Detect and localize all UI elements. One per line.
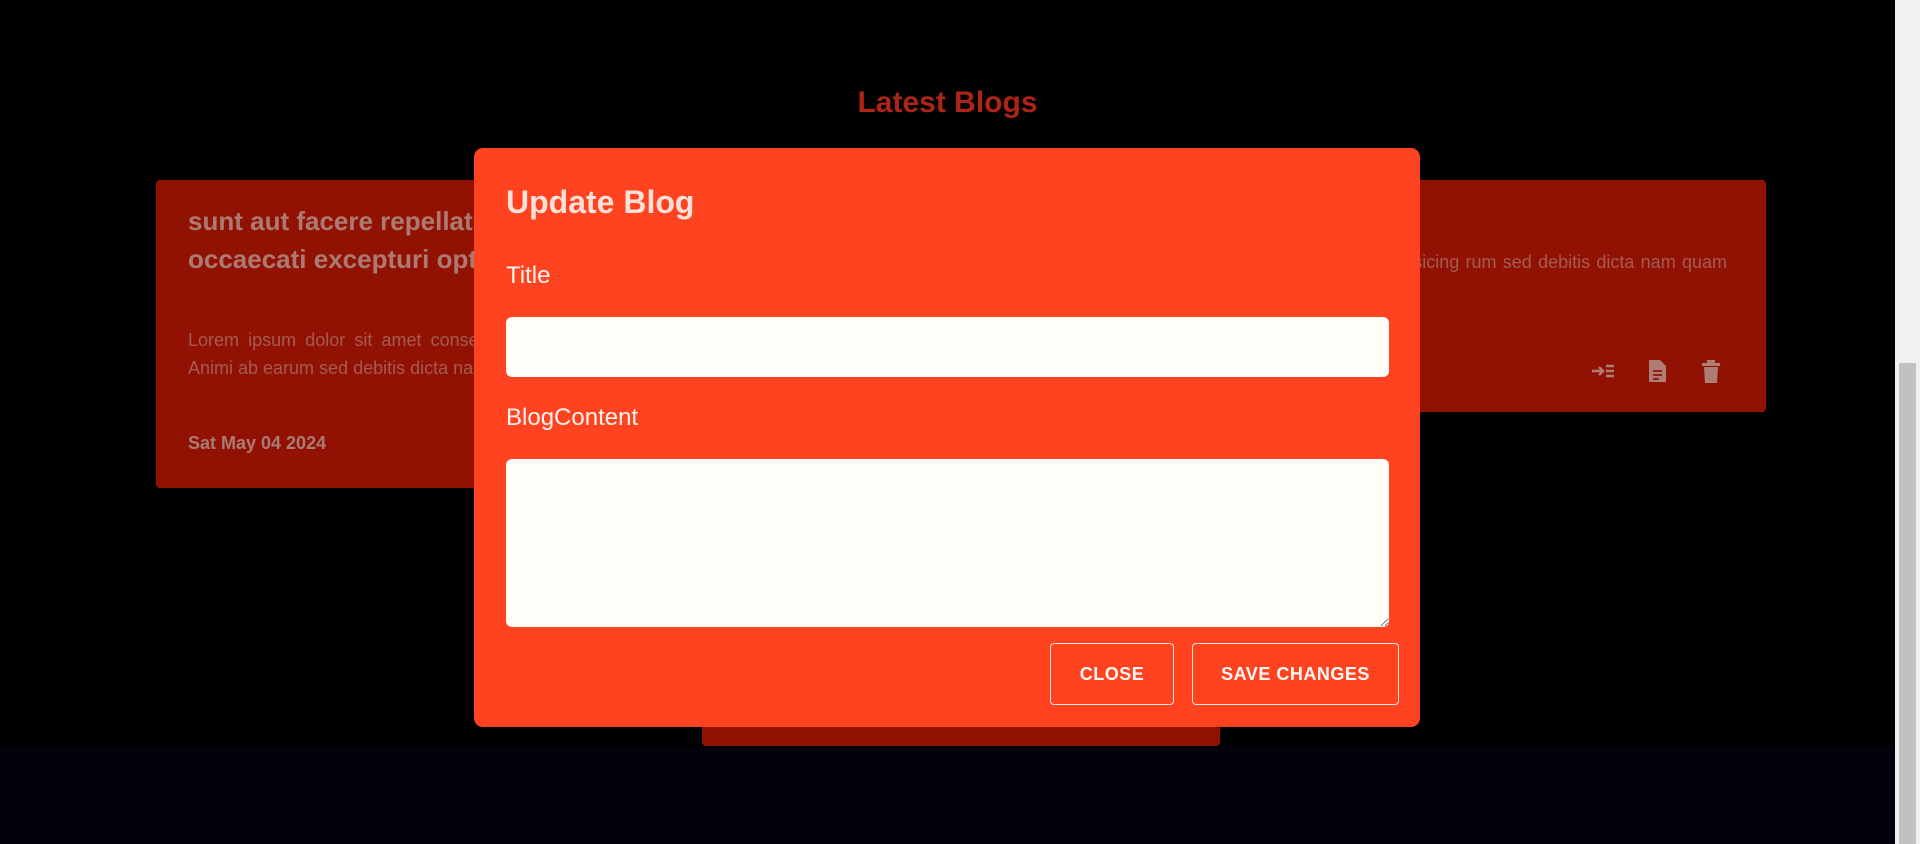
title-label: Title (506, 262, 551, 289)
scrollbar-thumb[interactable] (1899, 363, 1916, 844)
close-button[interactable]: CLOSE (1050, 643, 1174, 705)
title-input[interactable] (506, 317, 1389, 377)
blog-content-label: BlogContent (506, 404, 639, 431)
page: Latest Blogs sunt aut facere repellat pr… (0, 0, 1895, 844)
update-blog-modal: Update Blog Title BlogContent CLOSE SAVE… (474, 148, 1420, 727)
modal-title: Update Blog (506, 184, 695, 220)
save-changes-button[interactable]: SAVE CHANGES (1192, 643, 1399, 705)
blog-content-textarea[interactable] (506, 459, 1389, 627)
